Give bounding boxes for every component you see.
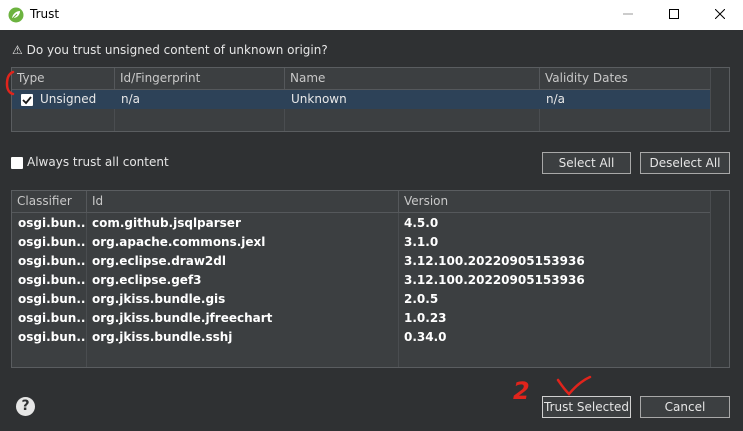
cell-classifier: osgi.bun... — [18, 216, 86, 230]
cell-version: 0.34.0 — [404, 330, 447, 344]
annotation-check-mark — [556, 375, 592, 396]
table-row[interactable]: osgi.bun... org.jkiss.bundle.gis 2.0.5 — [12, 290, 710, 309]
minimize-icon — [623, 13, 633, 15]
checkmark-icon — [22, 96, 32, 105]
cell-id: com.github.jsqlparser — [92, 216, 241, 230]
cell-type: Unsigned — [40, 92, 97, 106]
column-header-version[interactable]: Version — [398, 191, 710, 212]
cell-classifier: osgi.bun... — [18, 330, 86, 344]
app-leaf-icon — [8, 7, 24, 23]
always-trust-label[interactable]: Always trust all content — [27, 155, 169, 169]
cell-version: 3.12.100.20220905153936 — [404, 254, 585, 268]
cell-id: org.jkiss.bundle.sshj — [92, 330, 233, 344]
table-row[interactable]: osgi.bun... com.github.jsqlparser 4.5.0 — [12, 214, 710, 233]
select-all-button[interactable]: Select All — [542, 152, 631, 174]
trust-table: Type Id/Fingerprint Name Validity Dates … — [11, 67, 730, 132]
cell-validity: n/a — [546, 92, 566, 106]
cell-classifier: osgi.bun... — [18, 235, 86, 249]
cell-version: 3.12.100.20220905153936 — [404, 273, 585, 287]
cell-classifier: osgi.bun... — [18, 292, 86, 306]
title-bar: Trust — [0, 0, 743, 30]
bundle-table: Classifier Id Version osgi.bun... com.git… — [11, 190, 730, 368]
help-icon[interactable]: ? — [16, 397, 35, 416]
column-header-type[interactable]: Type — [12, 68, 114, 89]
cell-id: org.jkiss.bundle.jfreechart — [92, 311, 273, 325]
annotation-step-mark: 2 — [513, 378, 530, 404]
cell-version: 1.0.23 — [404, 311, 447, 325]
cell-id: org.eclipse.draw2dl — [92, 254, 226, 268]
cancel-button[interactable]: Cancel — [640, 396, 730, 418]
cell-id: org.eclipse.gef3 — [92, 273, 202, 287]
trust-table-row[interactable]: Unsigned n/a Unknown n/a — [12, 90, 710, 109]
cell-id: org.apache.commons.jexl — [92, 235, 266, 249]
cell-id: n/a — [121, 92, 141, 106]
cell-version: 4.5.0 — [404, 216, 439, 230]
column-header-name[interactable]: Name — [284, 68, 539, 89]
maximize-button[interactable] — [651, 0, 697, 30]
cell-name: Unknown — [291, 92, 347, 106]
trust-table-header: Type Id/Fingerprint Name Validity Dates — [12, 68, 729, 90]
cell-classifier: osgi.bun... — [18, 311, 86, 325]
cell-version: 2.0.5 — [404, 292, 439, 306]
close-icon — [715, 9, 725, 19]
bundle-table-scroll-gutter — [710, 191, 729, 367]
bundle-table-header: Classifier Id Version — [12, 191, 729, 213]
trust-table-scroll-gutter — [710, 68, 729, 131]
column-header-id[interactable]: Id — [86, 191, 398, 212]
always-trust-checkbox[interactable] — [11, 157, 23, 169]
column-header-validity-dates[interactable]: Validity Dates — [539, 68, 710, 89]
column-header-classifier[interactable]: Classifier — [12, 191, 86, 212]
table-row[interactable]: osgi.bun... org.eclipse.gef3 3.12.100.2022… — [12, 271, 710, 290]
table-row[interactable]: osgi.bun... org.jkiss.bundle.jfreechart 1.… — [12, 309, 710, 328]
maximize-icon — [669, 9, 679, 19]
minimize-button[interactable] — [605, 0, 651, 30]
table-row[interactable]: osgi.bun... org.apache.commons.jexl 3.1.0 — [12, 233, 710, 252]
trust-question: ⚠ Do you trust unsigned content of unkno… — [12, 43, 328, 57]
cell-version: 3.1.0 — [404, 235, 439, 249]
cell-classifier: osgi.bun... — [18, 273, 86, 287]
row-checkbox[interactable] — [21, 94, 33, 106]
annotation-bracket-mark — [5, 70, 15, 96]
table-row[interactable]: osgi.bun... org.eclipse.draw2dl 3.12.100.2… — [12, 252, 710, 271]
cell-classifier: osgi.bun... — [18, 254, 86, 268]
deselect-all-button[interactable]: Deselect All — [640, 152, 730, 174]
close-button[interactable] — [697, 0, 743, 30]
window-title: Trust — [30, 7, 60, 21]
column-header-id-fingerprint[interactable]: Id/Fingerprint — [114, 68, 284, 89]
cell-id: org.jkiss.bundle.gis — [92, 292, 226, 306]
annotation-step-number: 2 — [513, 378, 530, 404]
table-row[interactable]: osgi.bun... org.jkiss.bundle.sshj 0.34.0 — [12, 328, 710, 347]
trust-dialog: Trust ⚠ Do you trust unsigned content of… — [0, 0, 743, 431]
